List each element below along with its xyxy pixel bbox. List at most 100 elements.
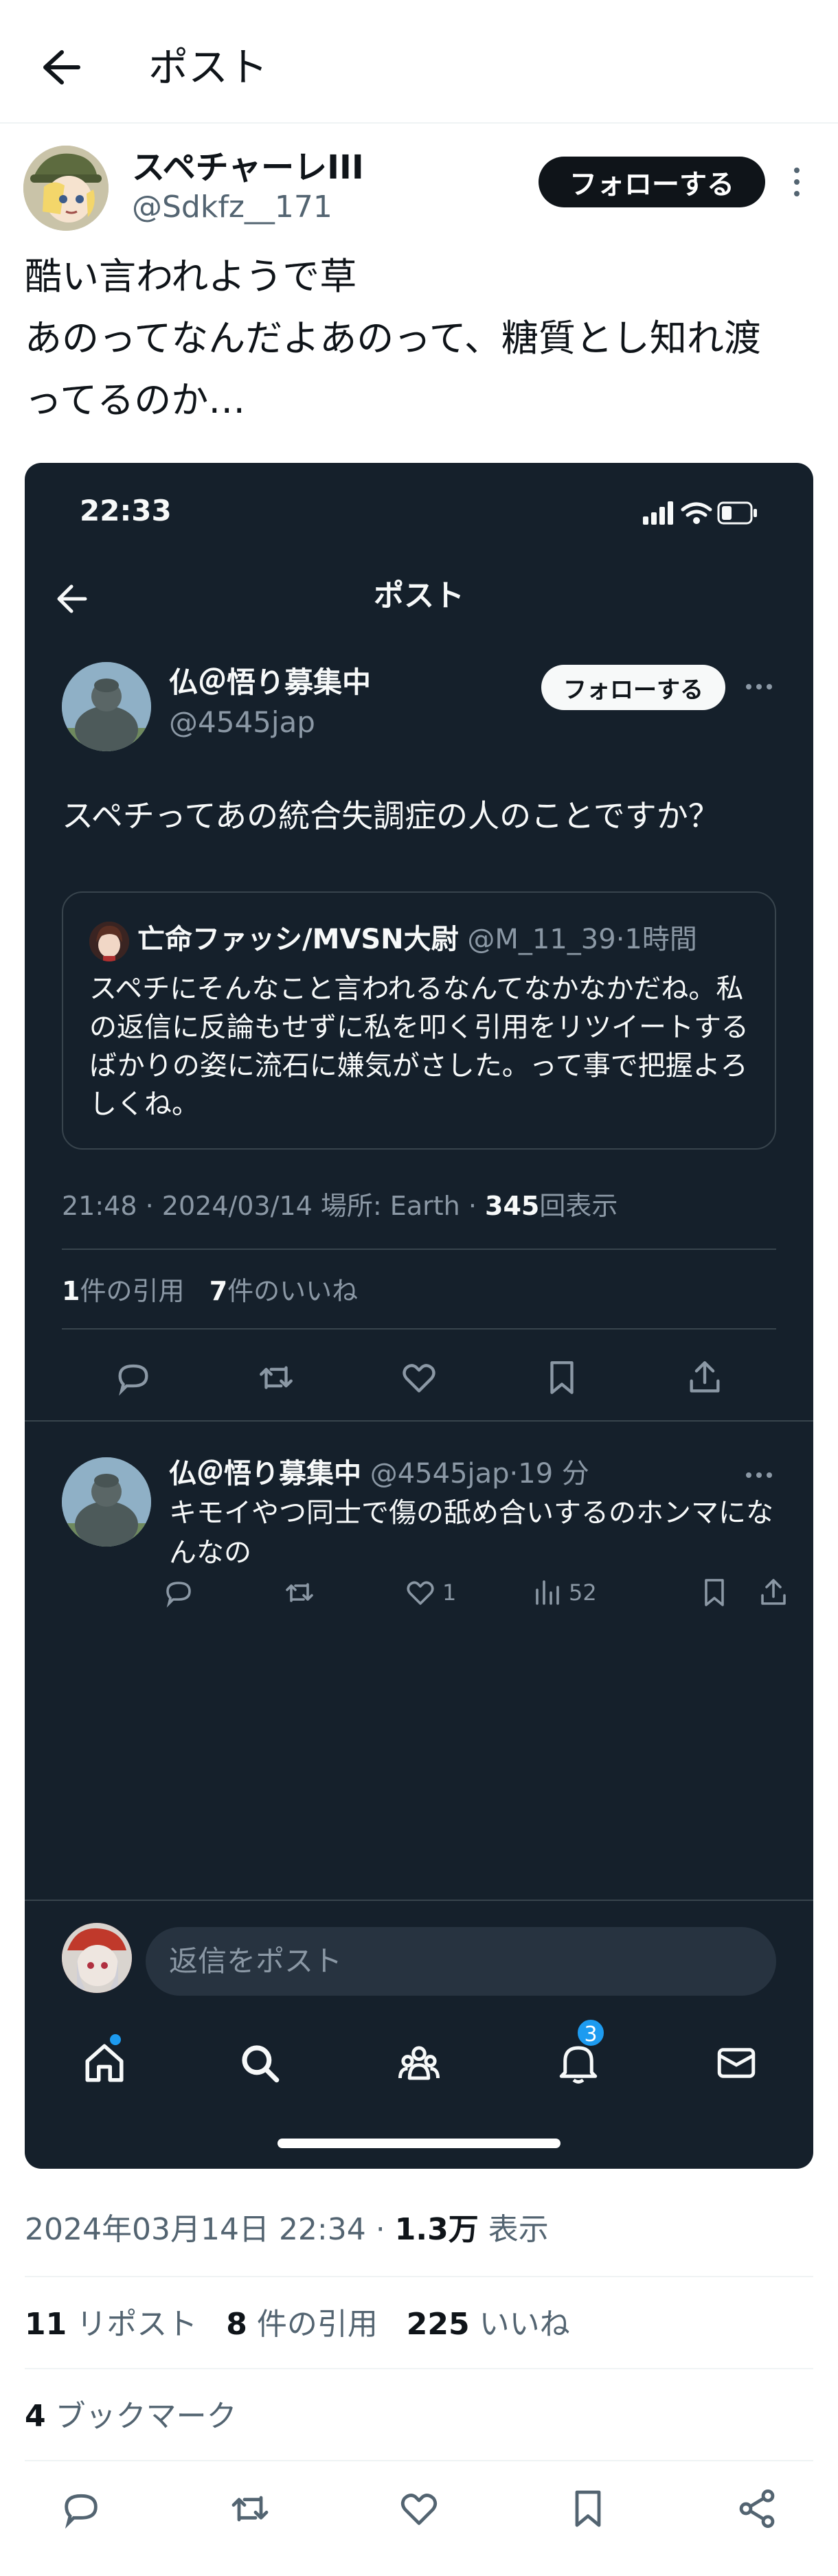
bookmark-button[interactable]	[698, 1569, 736, 1617]
repost-button[interactable]	[283, 1569, 321, 1617]
avatar	[89, 922, 129, 961]
separator: ·	[615, 924, 625, 955]
quoted-author-handle: @M_11_39	[467, 924, 616, 955]
follow-button[interactable]: フォローする	[539, 157, 765, 207]
likes-label[interactable]: いいね	[479, 2307, 570, 2342]
post-text: スペチってあの統合失調症の人のことですか？	[62, 797, 720, 834]
post-author-name[interactable]: 仏＠悟り募集中	[169, 663, 371, 702]
reply-icon[interactable]	[59, 2487, 103, 2531]
quoted-text: スペチにそんなこと言われるなんてなかなかだね。私の返信に反論もせずに私を叩く引用…	[89, 973, 749, 1120]
bookmark-icon	[705, 1579, 724, 1606]
post-actions	[25, 2478, 813, 2540]
repost-icon[interactable]	[228, 2487, 272, 2531]
like-button[interactable]: 1	[404, 1569, 456, 1617]
share-icon	[761, 1579, 786, 1605]
likes-count[interactable]: 225	[407, 2307, 470, 2342]
divider	[25, 2276, 813, 2277]
tab-home[interactable]	[56, 2022, 152, 2104]
quoted-author-name: 亡命ファッシ/MVSN大尉	[137, 924, 459, 955]
notification-badge: 3	[576, 2018, 606, 2048]
quotes-label[interactable]: 件の引用	[257, 2307, 378, 2342]
likes-count[interactable]: 7	[210, 1276, 227, 1306]
repost-icon	[286, 1583, 313, 1602]
share-button[interactable]	[757, 1569, 795, 1617]
repost-icon[interactable]	[256, 1358, 296, 1398]
follow-button[interactable]: フォローする	[541, 665, 725, 710]
reposts-count[interactable]: 11	[25, 2307, 67, 2342]
avatar[interactable]	[62, 1457, 151, 1547]
bookmark-icon[interactable]	[542, 1358, 582, 1398]
home-indicator	[278, 2139, 560, 2148]
status-time: 22:33	[80, 494, 172, 527]
separator: ·	[375, 2212, 385, 2247]
tab-search[interactable]	[212, 2022, 308, 2104]
views-button[interactable]: 52	[530, 1569, 597, 1617]
reply-author-handle[interactable]: @4545jap	[370, 1458, 510, 1490]
more-icon[interactable]	[742, 673, 776, 700]
post-location: 場所: Earth	[320, 1191, 460, 1221]
communities-icon	[398, 2046, 440, 2080]
divider	[25, 2368, 813, 2369]
share-icon[interactable]	[735, 2487, 779, 2531]
tab-messages[interactable]	[688, 2022, 784, 2104]
divider	[25, 2460, 813, 2461]
separator: ·	[468, 1191, 477, 1221]
reply-icon	[166, 1582, 191, 1608]
post-stats: 1件の引用 7件のいいね	[62, 1272, 358, 1310]
quotes-count[interactable]: 1	[62, 1276, 80, 1306]
tab-communities[interactable]	[371, 2022, 467, 2104]
divider	[62, 1249, 776, 1250]
views-label: 表示	[488, 2212, 549, 2247]
post-date: 2024/03/14	[161, 1191, 313, 1221]
views-icon	[536, 1580, 559, 1605]
battery-icon	[717, 501, 757, 525]
divider	[62, 1328, 776, 1330]
post-views-label: 回表示	[539, 1191, 618, 1221]
more-icon[interactable]	[742, 1461, 776, 1489]
post-views-count: 345	[485, 1191, 540, 1221]
divider	[25, 1900, 813, 1901]
reply-view-count: 52	[569, 1580, 597, 1606]
reply-icon[interactable]	[113, 1358, 153, 1398]
reposts-label[interactable]: リポスト	[76, 2307, 197, 2342]
bookmarks-stat: 4 ブックマーク	[25, 2393, 237, 2441]
reply-time: 19 分	[518, 1458, 589, 1490]
avatar[interactable]	[23, 146, 109, 231]
page-title: ポスト	[148, 44, 269, 91]
separator: ·	[509, 1458, 519, 1490]
tweet-line: あのってなんだよあのって、糖質とし知れ渡	[25, 317, 761, 360]
wifi-icon	[681, 502, 712, 524]
more-icon[interactable]	[783, 165, 811, 199]
back-arrow-icon[interactable]	[30, 43, 85, 92]
author-handle[interactable]: @Sdkfz__171	[132, 188, 332, 227]
views-count: 1.3万	[394, 2212, 479, 2247]
avatar	[62, 1923, 132, 1993]
divider	[25, 1420, 813, 1422]
reply-input[interactable]: 返信をポスト	[146, 1927, 776, 1996]
like-icon[interactable]	[397, 2487, 441, 2531]
like-icon[interactable]	[399, 1358, 439, 1398]
tweet-line: 酷い言われようで草	[25, 255, 357, 298]
post-time: 21:48	[62, 1191, 137, 1221]
likes-label[interactable]: 件のいいね	[227, 1276, 358, 1306]
quotes-count[interactable]: 8	[226, 2307, 247, 2342]
bookmarks-count: 4	[25, 2399, 46, 2434]
author-name[interactable]: スペチャーレIII	[132, 147, 364, 188]
attached-screenshot[interactable]: 22:33 ポスト 仏＠悟り募集中 @4545jap フォローする スペチってあ…	[25, 463, 813, 2169]
post-date: 2024年03月14日 22:34	[25, 2212, 366, 2247]
quoted-post[interactable]: 亡命ファッシ/MVSN大尉 @M_11_39·1時間 スペチにそんなこと言われる…	[62, 891, 776, 1150]
bottom-tab-bar	[25, 2022, 813, 2104]
post-meta: 2024年03月14日 22:34 · 1.3万 表示	[25, 2206, 549, 2254]
tweet-text: 酷い言われようで草 あのってなんだよあのって、糖質とし知れ渡 ってるのか…	[25, 246, 822, 431]
reply-author-name[interactable]: 仏＠悟り募集中	[169, 1458, 361, 1490]
reply-button[interactable]	[162, 1569, 201, 1617]
avatar[interactable]	[62, 662, 151, 751]
reply-header: 仏＠悟り募集中 @4545jap·19 分	[169, 1455, 589, 1493]
post-stats: 11 リポスト 8 件の引用 225 いいね	[25, 2301, 570, 2349]
share-icon[interactable]	[685, 1358, 725, 1398]
quotes-label[interactable]: 件の引用	[80, 1276, 184, 1306]
post-author-handle[interactable]: @4545jap	[169, 703, 315, 742]
quoted-time: 1時間	[624, 924, 697, 955]
bookmark-icon[interactable]	[566, 2487, 610, 2531]
bookmarks-label: ブックマーク	[55, 2399, 237, 2434]
